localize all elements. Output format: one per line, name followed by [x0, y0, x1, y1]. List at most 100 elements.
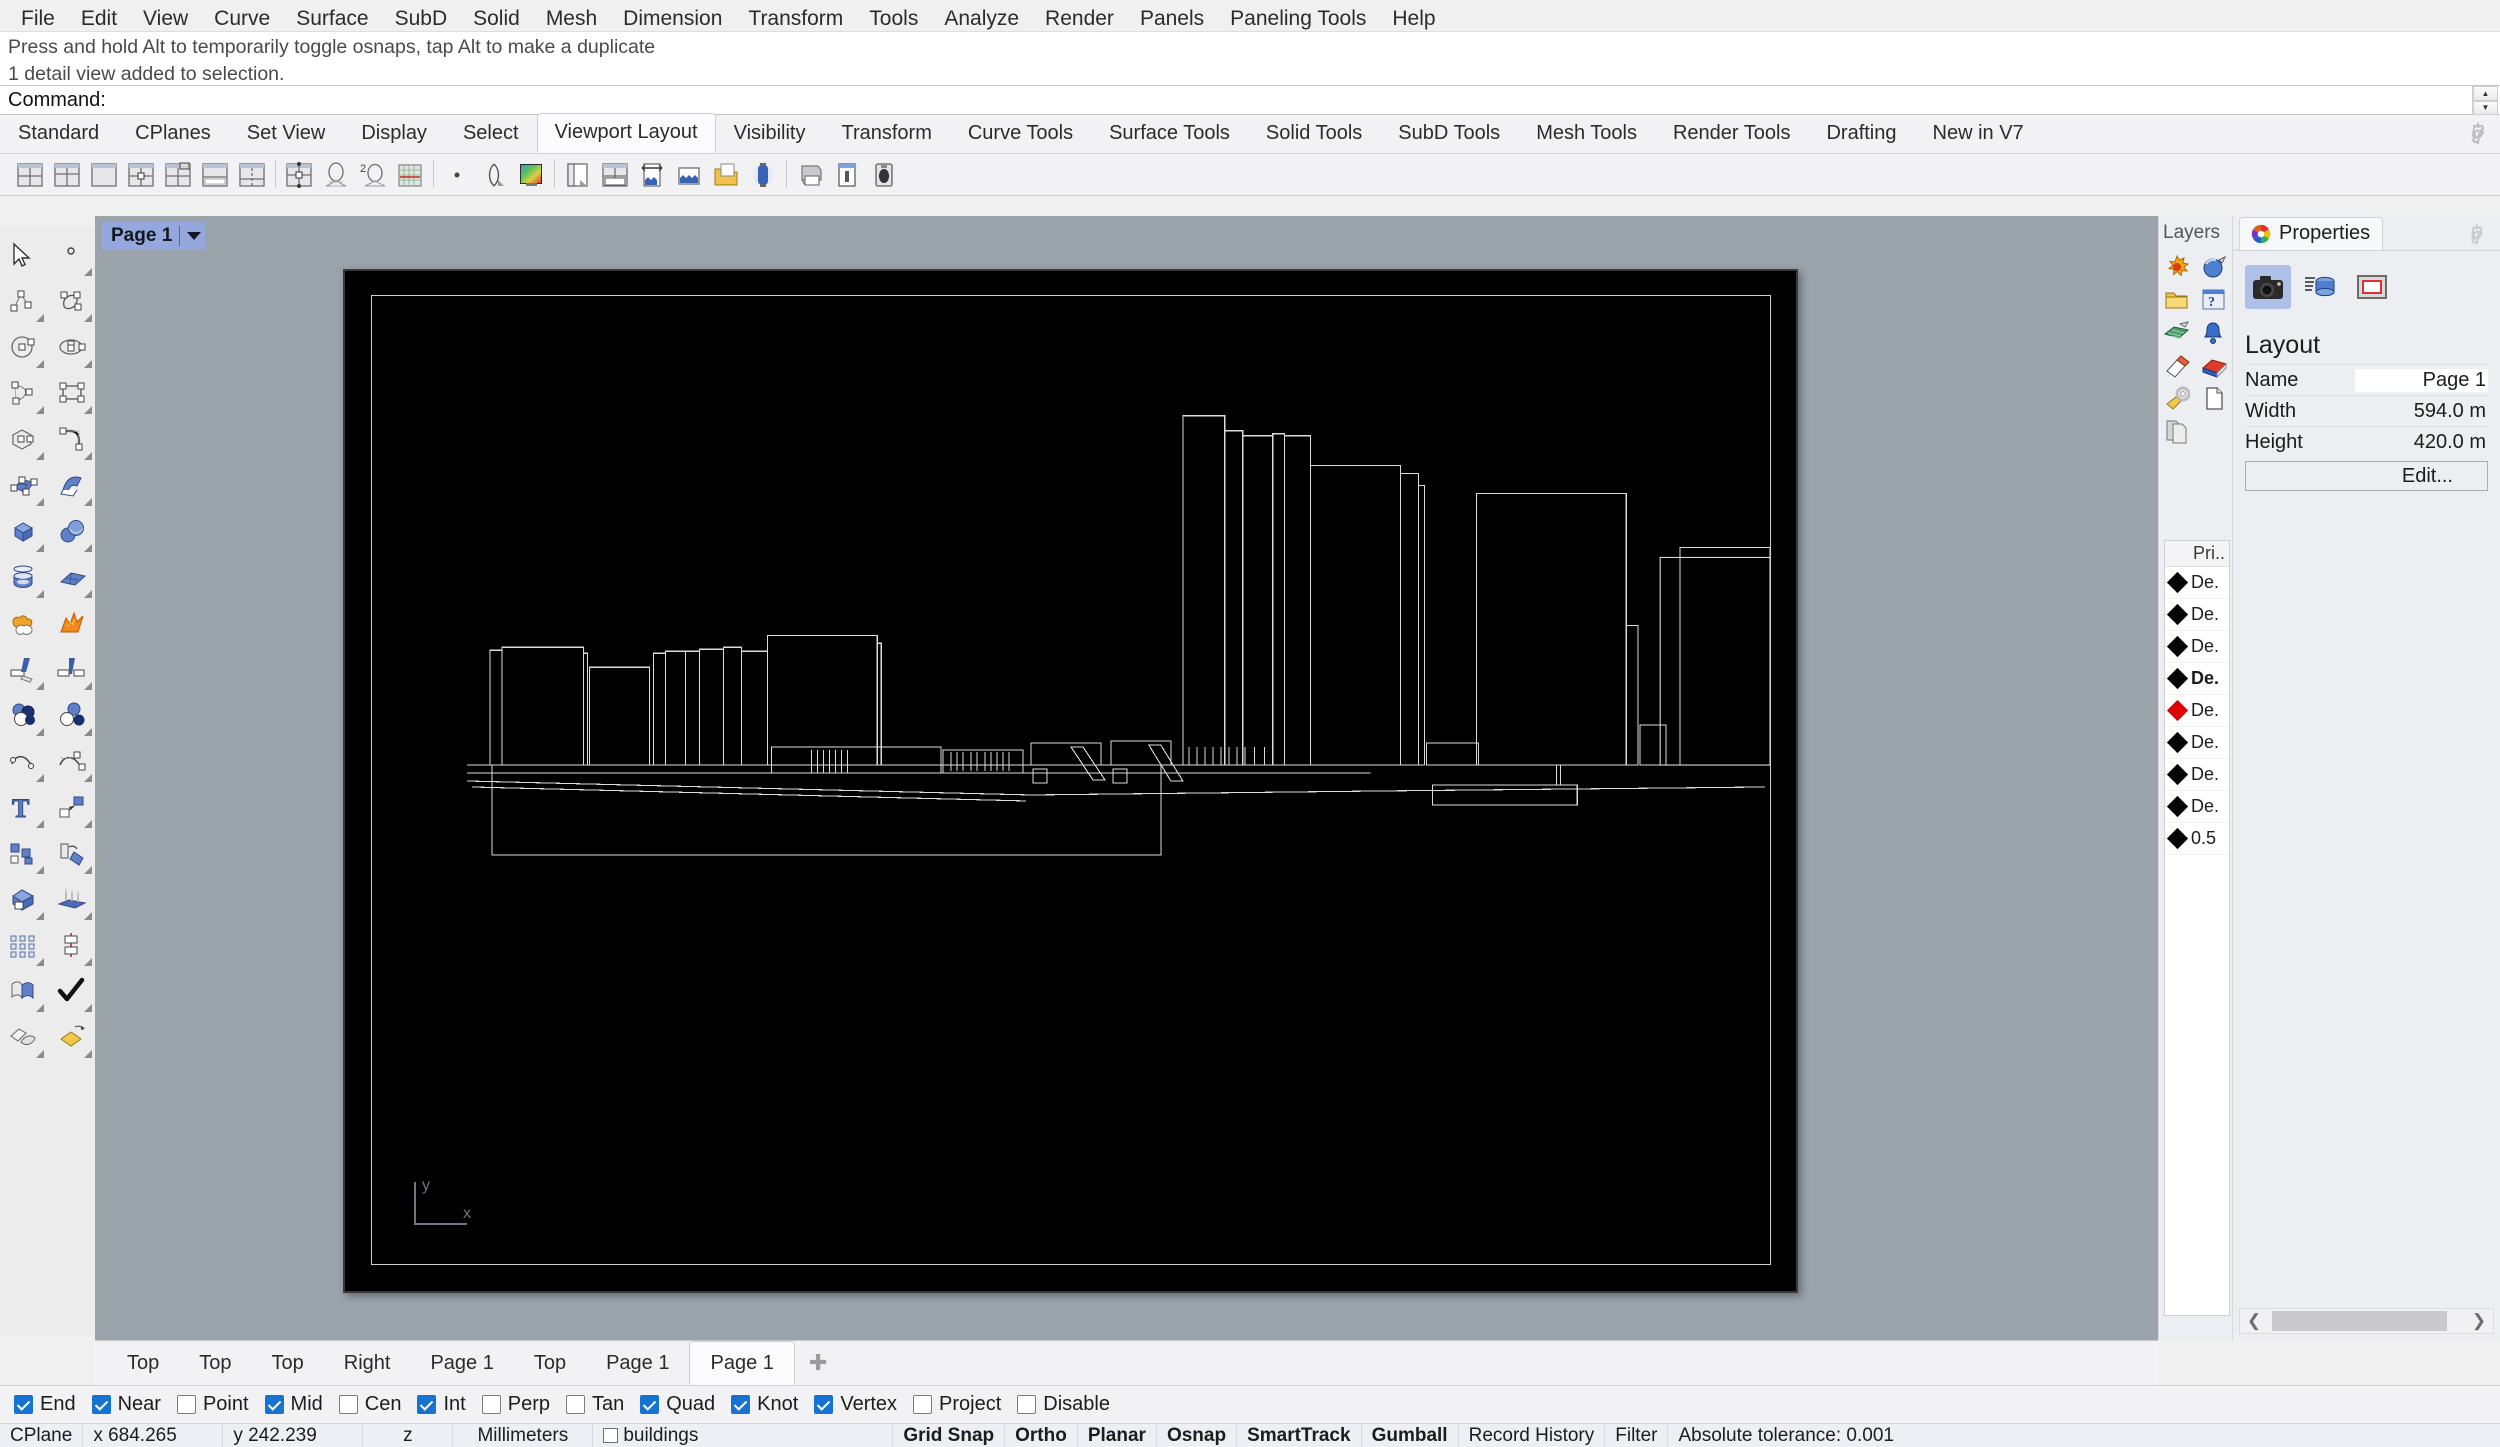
- layout-new-icon[interactable]: [560, 158, 596, 192]
- dot-icon[interactable]: [439, 158, 475, 192]
- viewport-sync-icon[interactable]: [281, 158, 317, 192]
- flyout-arrow-icon[interactable]: [84, 590, 92, 598]
- command-scroll-spinner[interactable]: ▲ ▼: [2472, 86, 2498, 115]
- viewport-tab-0-top[interactable]: Top: [107, 1342, 179, 1384]
- array-icon[interactable]: [0, 922, 46, 968]
- layout-canvas-area[interactable]: Page 1 y x: [95, 216, 2158, 1340]
- mesh-from-surface-icon[interactable]: [0, 1014, 46, 1060]
- layout-detail-icon[interactable]: [597, 158, 633, 192]
- curve-edit-points-icon[interactable]: [0, 738, 46, 784]
- polygon-icon[interactable]: [0, 416, 46, 462]
- flyout-arrow-icon[interactable]: [84, 682, 92, 690]
- flyout-arrow-icon[interactable]: [84, 728, 92, 736]
- tab-solid-tools[interactable]: Solid Tools: [1248, 114, 1380, 153]
- box-edit-icon[interactable]: [0, 876, 46, 922]
- rebuild-curve-icon[interactable]: [48, 738, 94, 784]
- tab-surface-tools[interactable]: Surface Tools: [1091, 114, 1248, 153]
- layer-row[interactable]: De.: [2165, 759, 2229, 791]
- explode-icon[interactable]: [48, 600, 94, 646]
- camera-icon[interactable]: [2245, 265, 2291, 309]
- viewport-4-split-icon[interactable]: [49, 158, 85, 192]
- status-toggle-gumball[interactable]: Gumball: [1362, 1423, 1459, 1447]
- chevron-down-icon[interactable]: [187, 232, 202, 240]
- viewport-split-vertical-icon[interactable]: [234, 158, 270, 192]
- layer-print-color-swatch[interactable]: [2166, 571, 2189, 594]
- tab-drafting[interactable]: Drafting: [1808, 114, 1914, 153]
- print-display-icon[interactable]: [866, 158, 902, 192]
- osnap-near[interactable]: Near: [91, 1393, 161, 1416]
- flyout-arrow-icon[interactable]: [84, 774, 92, 782]
- ellipse-icon[interactable]: [48, 324, 94, 370]
- tab-viewport-layout[interactable]: Viewport Layout: [536, 113, 716, 153]
- viewport-tab-2-top[interactable]: Top: [252, 1342, 324, 1384]
- osnap-mid-checkbox[interactable]: [264, 1395, 284, 1414]
- osnap-end-checkbox[interactable]: [14, 1395, 33, 1414]
- status-toggle-grid-snap[interactable]: Grid Snap: [893, 1423, 1006, 1447]
- viewport-tab-7-page-1[interactable]: Page 1: [689, 1341, 795, 1385]
- edit-layout-button[interactable]: Edit...: [2245, 461, 2488, 491]
- tab-set-view[interactable]: Set View: [229, 114, 344, 153]
- flyout-arrow-icon[interactable]: [36, 498, 44, 506]
- viewport-tab-3-right[interactable]: Right: [324, 1342, 411, 1384]
- tab-transform[interactable]: Transform: [823, 114, 949, 153]
- status-filter[interactable]: Filter: [1605, 1423, 1669, 1447]
- copy-icon[interactable]: [0, 830, 46, 876]
- sphere-icon[interactable]: [48, 508, 94, 554]
- print-icon[interactable]: [792, 158, 828, 192]
- gear-icon[interactable]: [2466, 122, 2490, 146]
- triangle-up-icon[interactable]: ▲: [2473, 86, 2498, 101]
- layer-row[interactable]: 0.5: [2165, 823, 2229, 855]
- layer-page-icon[interactable]: [2196, 382, 2232, 415]
- layout-sheet[interactable]: y x: [343, 269, 1798, 1293]
- osnap-near-checkbox[interactable]: [91, 1395, 111, 1414]
- layout-page-icon[interactable]: [2349, 265, 2395, 309]
- detail-scale-icon[interactable]: [634, 158, 670, 192]
- viewport-split-horizontal-icon[interactable]: [197, 158, 233, 192]
- point-icon[interactable]: [48, 232, 94, 278]
- chevron-left-icon[interactable]: ❮: [2240, 1311, 2268, 1331]
- layer-print-color-swatch[interactable]: [2166, 699, 2189, 722]
- osnap-vertex-checkbox[interactable]: [814, 1395, 834, 1414]
- layer-print-color-swatch[interactable]: [2166, 603, 2189, 626]
- status-toggle-osnap[interactable]: Osnap: [1157, 1423, 1238, 1447]
- osnap-end[interactable]: End: [14, 1393, 76, 1416]
- flyout-arrow-icon[interactable]: [84, 544, 92, 552]
- flyout-arrow-icon[interactable]: [36, 866, 44, 874]
- mirror-icon[interactable]: [48, 922, 94, 968]
- cylinder-icon[interactable]: [0, 554, 46, 600]
- status-toggle-smarttrack[interactable]: SmartTrack: [1237, 1423, 1362, 1447]
- check-object-icon[interactable]: [48, 968, 94, 1014]
- grid-settings-icon[interactable]: [392, 158, 428, 192]
- osnap-tan[interactable]: Tan: [565, 1393, 624, 1416]
- flyout-arrow-icon[interactable]: [36, 452, 44, 460]
- flyout-arrow-icon[interactable]: [36, 1050, 44, 1058]
- osnap-perp-checkbox[interactable]: [481, 1395, 501, 1414]
- viewport-4-standard-icon[interactable]: [12, 158, 48, 192]
- flyout-arrow-icon[interactable]: [36, 728, 44, 736]
- properties-horizontal-scrollbar[interactable]: ❮ ❯: [2239, 1308, 2494, 1334]
- osnap-quad[interactable]: Quad: [640, 1393, 715, 1416]
- flyout-arrow-icon[interactable]: [84, 498, 92, 506]
- command-prompt-row[interactable]: Command: ▲ ▼: [0, 85, 2500, 115]
- osnap-vertex[interactable]: Vertex: [814, 1393, 897, 1416]
- osnap-knot-checkbox[interactable]: [731, 1395, 751, 1414]
- flyout-arrow-icon[interactable]: [84, 912, 92, 920]
- tab-new-in-v7[interactable]: New in V7: [1915, 114, 2042, 153]
- rectangle-icon[interactable]: [48, 370, 94, 416]
- flyout-arrow-icon[interactable]: [84, 1004, 92, 1012]
- tab-standard[interactable]: Standard: [0, 114, 117, 153]
- offset-surface-icon[interactable]: [0, 968, 46, 1014]
- print-preview-icon[interactable]: [829, 158, 865, 192]
- flyout-arrow-icon[interactable]: [36, 590, 44, 598]
- layer-row[interactable]: De.: [2165, 567, 2229, 599]
- polyline-icon[interactable]: [0, 278, 46, 324]
- flyout-arrow-icon[interactable]: [36, 682, 44, 690]
- triangle-down-icon[interactable]: ▼: [2473, 100, 2498, 115]
- arc-icon[interactable]: [0, 370, 46, 416]
- page-folder-icon[interactable]: [708, 158, 744, 192]
- status-toggle-planar[interactable]: Planar: [1078, 1423, 1157, 1447]
- layer-folder-icon[interactable]: [2159, 283, 2195, 316]
- wallpaper-icon[interactable]: [513, 158, 549, 192]
- osnap-cen-checkbox[interactable]: [338, 1395, 358, 1414]
- gear-icon[interactable]: [2466, 224, 2488, 246]
